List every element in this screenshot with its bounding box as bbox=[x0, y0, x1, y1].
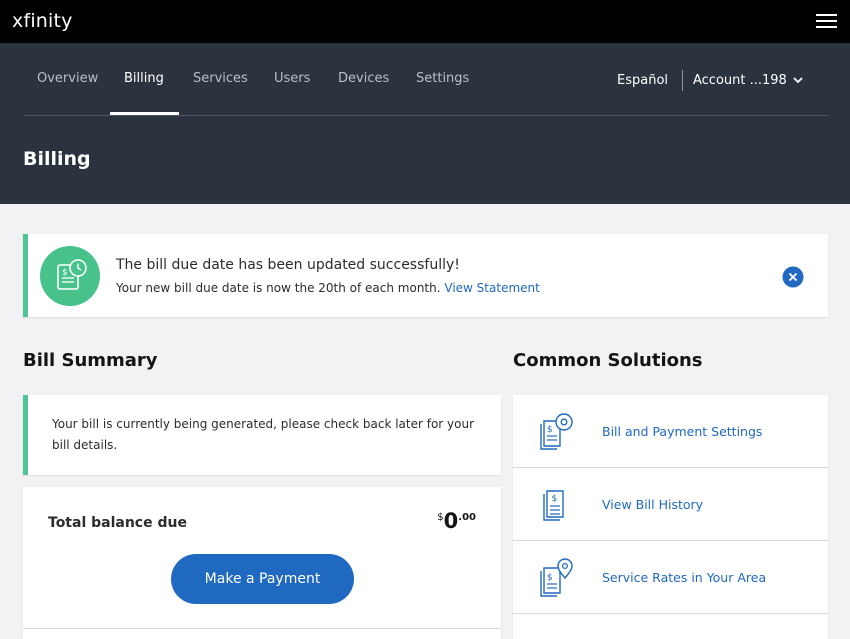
hamburger-menu-icon[interactable] bbox=[816, 14, 838, 29]
alert-message: Your new bill due date is now the 20th o… bbox=[116, 281, 540, 295]
make-payment-button[interactable]: Make a Payment bbox=[171, 554, 354, 604]
alert-message-text: Your new bill due date is now the 20th o… bbox=[116, 281, 441, 295]
alert-title: The bill due date has been updated succe… bbox=[116, 257, 460, 273]
balance-cents: .00 bbox=[458, 512, 476, 523]
svg-text:$: $ bbox=[552, 494, 558, 504]
balance-dollars: 0 bbox=[443, 509, 459, 533]
bill-history-icon: $ bbox=[543, 490, 564, 521]
chevron-down-icon[interactable] bbox=[792, 74, 804, 86]
svg-text:$: $ bbox=[547, 425, 553, 435]
svg-text:$: $ bbox=[547, 573, 553, 583]
bill-generating-notice: Your bill is currently being generated, … bbox=[23, 395, 501, 475]
currency-symbol: $ bbox=[437, 512, 444, 523]
svg-text:$: $ bbox=[62, 268, 68, 278]
view-statement-link[interactable]: View Statement bbox=[444, 281, 539, 295]
tab-services[interactable]: Services bbox=[193, 71, 248, 86]
balance-card: Total balance due $0.00 Make a Payment bbox=[23, 487, 501, 639]
nav-divider bbox=[23, 115, 828, 116]
tab-billing[interactable]: Billing bbox=[124, 71, 164, 86]
balance-label: Total balance due bbox=[48, 515, 187, 531]
page-title: Billing bbox=[23, 148, 91, 170]
tab-settings[interactable]: Settings bbox=[416, 71, 469, 86]
balance-amount: $0.00 bbox=[437, 509, 476, 533]
solution-label[interactable]: Bill and Payment Settings bbox=[602, 424, 762, 439]
tab-devices[interactable]: Devices bbox=[338, 71, 389, 86]
success-alert: $ The bill due date has been updated suc… bbox=[23, 234, 828, 317]
vertical-divider bbox=[682, 70, 683, 91]
common-solutions-heading: Common Solutions bbox=[513, 350, 703, 371]
top-bar: xfinity bbox=[0, 0, 850, 43]
tab-overview[interactable]: Overview bbox=[37, 71, 98, 86]
common-solutions-list: $ Bill and Payment Settings $ View Bill … bbox=[513, 395, 828, 639]
bill-summary-heading: Bill Summary bbox=[23, 350, 158, 371]
sub-navigation: Overview Billing Services Users Devices … bbox=[0, 43, 850, 204]
language-link[interactable]: Español bbox=[617, 73, 668, 88]
bill-clock-icon: $ bbox=[57, 259, 87, 290]
notice-text: Your bill is currently being generated, … bbox=[52, 417, 475, 452]
xfinity-logo[interactable]: xfinity bbox=[12, 10, 73, 32]
solution-bill-payment-settings[interactable]: $ Bill and Payment Settings bbox=[513, 395, 828, 468]
solution-service-rates[interactable]: $ Service Rates in Your Area bbox=[513, 541, 828, 614]
alert-badge: $ bbox=[40, 246, 100, 306]
bill-settings-icon: $ bbox=[540, 413, 573, 450]
account-selector[interactable]: Account ...198 bbox=[693, 73, 787, 88]
location-bill-icon: $ bbox=[540, 558, 573, 597]
card-divider bbox=[23, 628, 501, 629]
solution-label[interactable]: Service Rates in Your Area bbox=[602, 570, 766, 585]
solution-view-bill-history[interactable]: $ View Bill History bbox=[513, 468, 828, 541]
solution-label[interactable]: View Bill History bbox=[602, 497, 703, 512]
tab-users[interactable]: Users bbox=[274, 71, 310, 86]
close-icon[interactable] bbox=[782, 266, 804, 288]
